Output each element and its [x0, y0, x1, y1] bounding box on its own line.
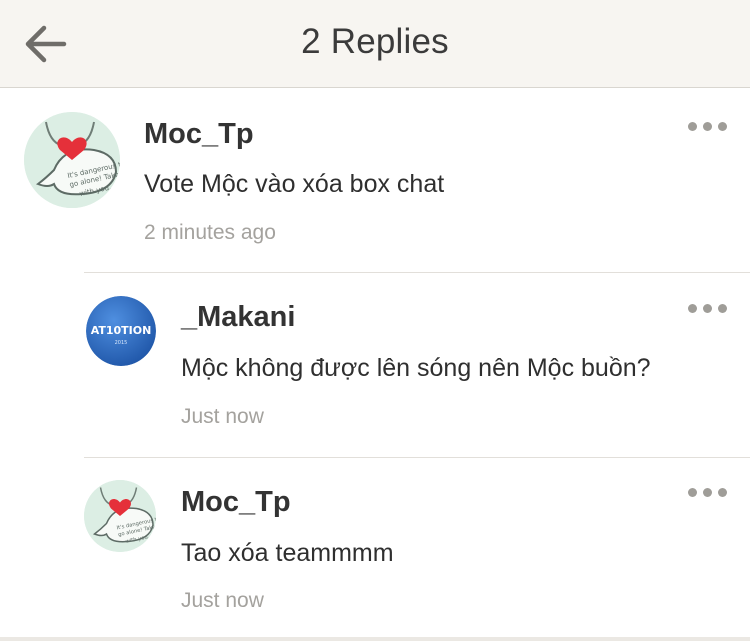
avatar[interactable]: It's dangerous to go alone! Take this wi…	[24, 112, 120, 208]
dot-icon	[703, 488, 712, 497]
heart-sticker-avatar: It's dangerous to go alone! Take this wi…	[84, 480, 156, 552]
comment: It's dangerous to go alone! Take this wi…	[0, 88, 750, 272]
comment-author[interactable]: Moc_Tp	[144, 118, 254, 151]
comment-author[interactable]: _Makani	[181, 301, 295, 334]
comment-author[interactable]: Moc_Tp	[181, 486, 291, 519]
dot-icon	[703, 304, 712, 313]
more-options-button[interactable]	[688, 486, 728, 500]
comment-text: Tao xóa teammmm	[181, 539, 394, 567]
comment-timestamp: Just now	[181, 589, 264, 612]
top-bar: 2 Replies	[0, 0, 750, 88]
divider	[0, 637, 750, 641]
reply: AT10TION 2015 _Makani Mộc không được lên…	[0, 273, 750, 457]
reply: It's dangerous to go alone! Take this wi…	[0, 458, 750, 637]
heart-sticker-avatar: It's dangerous to go alone! Take this wi…	[24, 112, 120, 208]
svg-text:2015: 2015	[115, 340, 128, 346]
dot-icon	[703, 122, 712, 131]
dot-icon	[688, 488, 697, 497]
avatar[interactable]: It's dangerous to go alone! Take this wi…	[84, 480, 156, 552]
more-options-button[interactable]	[688, 302, 728, 316]
svg-text:AT10TION: AT10TION	[91, 324, 152, 337]
comment-text: Vote Mộc vào xóa box chat	[144, 170, 445, 198]
page-title: 2 Replies	[301, 22, 449, 61]
comment-timestamp: 2 minutes ago	[144, 221, 276, 244]
comment-timestamp: Just now	[181, 405, 264, 428]
comment-text: Mộc không được lên sóng nên Mộc buồn?	[181, 354, 651, 382]
avatar[interactable]: AT10TION 2015	[86, 296, 156, 366]
dot-icon	[718, 122, 727, 131]
dot-icon	[718, 488, 727, 497]
dot-icon	[688, 304, 697, 313]
blue-logo-avatar: AT10TION 2015	[86, 296, 156, 366]
more-options-button[interactable]	[688, 120, 728, 134]
dot-icon	[688, 122, 697, 131]
dot-icon	[718, 304, 727, 313]
